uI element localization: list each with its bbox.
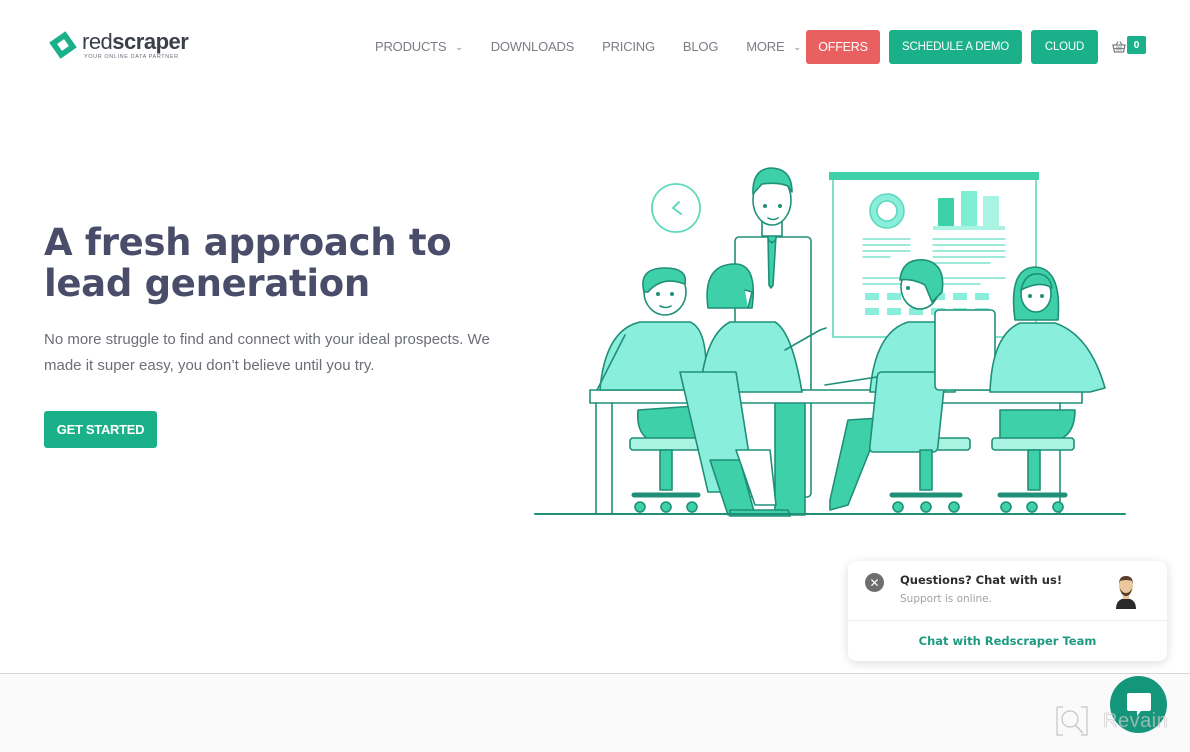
team-meeting-illustration — [534, 167, 1126, 517]
watermark-text: Revain — [1103, 709, 1169, 732]
nav-item-products[interactable]: PRODUCTS ⌄ — [375, 39, 463, 54]
nav-item-label: DOWNLOADS — [490, 39, 575, 54]
chat-widget: ✕ Questions? Chat with us! Support is on… — [848, 561, 1167, 661]
logo-name-part1: red — [82, 28, 113, 54]
page: redscraper YOUR ONLINE DATA PARTNER PROD… — [0, 0, 1190, 752]
nav-item-blog[interactable]: BLOG — [682, 39, 719, 54]
cloud-button[interactable]: CLOUD — [1031, 30, 1098, 64]
logo-name-part2: scraper — [112, 28, 189, 54]
logo-name: redscraper — [82, 28, 189, 54]
cart-button[interactable]: 0 — [1112, 36, 1146, 54]
nav-item-label: PRICING — [602, 39, 655, 54]
close-icon[interactable]: ✕ — [865, 573, 884, 592]
nav-item-more[interactable]: MORE ⌄ — [746, 39, 801, 54]
nav-item-label: MORE — [746, 39, 785, 54]
chat-with-team-link[interactable]: Chat with Redscraper Team — [848, 621, 1167, 661]
nav-item-label: BLOG — [682, 39, 719, 54]
basket-icon — [1112, 41, 1126, 53]
chat-title: Questions? Chat with us! — [900, 573, 1063, 587]
schedule-demo-button[interactable]: SCHEDULE A DEMO — [889, 30, 1022, 64]
nav-item-label: PRODUCTS — [375, 39, 447, 54]
hero-title-line-1: A fresh approach to — [44, 221, 452, 264]
hero-description: No more struggle to find and connect wit… — [44, 331, 490, 374]
footer-band — [0, 673, 1190, 752]
chevron-down-icon: ⌄ — [793, 42, 801, 52]
support-agent-avatar — [1116, 576, 1136, 609]
hero-title-line-2: lead generation — [44, 262, 370, 305]
get-started-button[interactable]: GET STARTED — [44, 411, 157, 448]
main-nav: PRODUCTS ⌄ DOWNLOADS PRICING BLOG MORE ⌄ — [375, 39, 829, 54]
nav-item-pricing[interactable]: PRICING — [602, 39, 655, 54]
clock-icon — [651, 183, 701, 233]
chat-status: Support is online. — [900, 593, 992, 605]
logo-text: redscraper YOUR ONLINE DATA PARTNER — [82, 28, 189, 60]
hero-title: A fresh approach to lead generation — [44, 221, 452, 305]
watermark: Revain — [1055, 705, 1168, 737]
cart-count-badge: 0 — [1127, 36, 1146, 54]
offers-button[interactable]: OFFERS — [806, 30, 880, 64]
revain-logo-icon — [1056, 706, 1088, 736]
logo-tagline: YOUR ONLINE DATA PARTNER — [84, 53, 179, 60]
logo[interactable]: redscraper YOUR ONLINE DATA PARTNER — [48, 28, 189, 60]
chevron-down-icon: ⌄ — [455, 42, 463, 52]
whiteboard — [829, 172, 1039, 338]
nav-item-downloads[interactable]: DOWNLOADS — [490, 39, 575, 54]
diamond-logo-icon — [49, 31, 77, 59]
